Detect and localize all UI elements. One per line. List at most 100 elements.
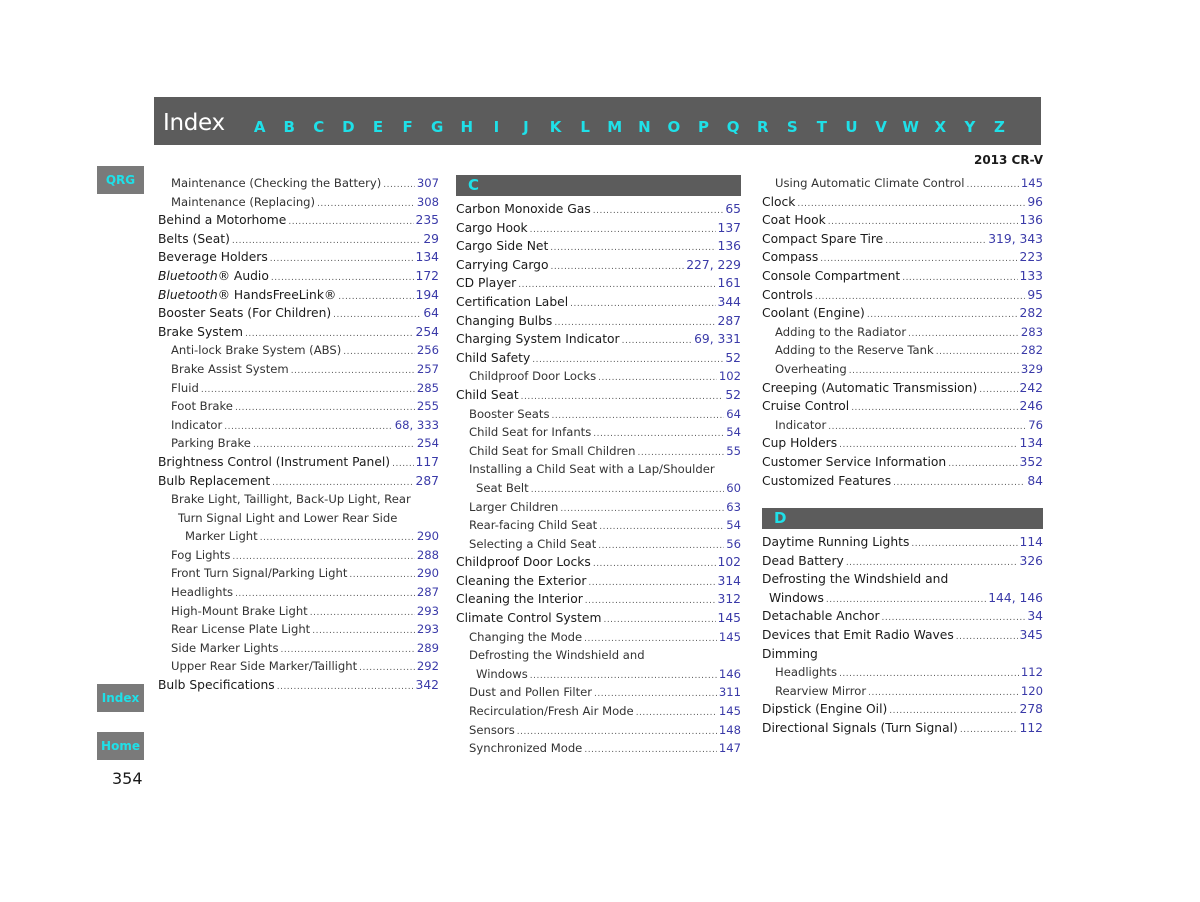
index-entry[interactable]: Parking Brake 254: [158, 434, 439, 453]
index-entry[interactable]: Daytime Running Lights 114: [762, 533, 1043, 552]
index-entry[interactable]: Front Turn Signal/Parking Light 290: [158, 564, 439, 583]
letter-link-i[interactable]: I: [482, 118, 512, 136]
letter-link-n[interactable]: N: [630, 118, 660, 136]
page-link[interactable]: 223: [1020, 248, 1043, 267]
page-link[interactable]: 29: [423, 230, 439, 249]
index-entry[interactable]: Clock 96: [762, 193, 1043, 212]
page-link[interactable]: 242: [1020, 379, 1043, 398]
page-link[interactable]: 34: [1027, 607, 1043, 626]
page-link[interactable]: 308: [417, 193, 439, 212]
index-entry[interactable]: Brightness Control (Instrument Panel) 117: [158, 453, 439, 472]
index-entry[interactable]: Behind a Motorhome 235: [158, 211, 439, 230]
page-link[interactable]: 52: [725, 349, 741, 368]
page-link[interactable]: 290: [417, 527, 439, 546]
page-link[interactable]: 145: [1021, 174, 1043, 193]
index-entry[interactable]: Using Automatic Climate Control 145: [762, 174, 1043, 193]
page-link[interactable]: 289: [417, 639, 439, 658]
page-link[interactable]: 256: [417, 341, 439, 360]
page-link[interactable]: 287: [416, 472, 439, 491]
letter-link-x[interactable]: X: [925, 118, 955, 136]
index-entry[interactable]: Rear License Plate Light 293: [158, 620, 439, 639]
index-entry[interactable]: Childproof Door Locks 102: [456, 553, 741, 572]
page-link[interactable]: 292: [417, 657, 439, 676]
page-link[interactable]: 352: [1020, 453, 1043, 472]
index-entry[interactable]: Booster Seats (For Children) 64: [158, 304, 439, 323]
page-link[interactable]: 326: [1020, 552, 1043, 571]
page-link[interactable]: 293: [417, 620, 439, 639]
letter-link-v[interactable]: V: [866, 118, 896, 136]
page-link[interactable]: 255: [417, 397, 439, 416]
page-link[interactable]: 342: [416, 676, 439, 695]
letter-link-j[interactable]: J: [511, 118, 541, 136]
index-entry[interactable]: Directional Signals (Turn Signal) 112: [762, 719, 1043, 738]
index-entry[interactable]: Cup Holders 134: [762, 434, 1043, 453]
index-entry[interactable]: Childproof Door Locks 102: [456, 367, 741, 386]
page-link[interactable]: 307: [417, 174, 439, 193]
letter-link-t[interactable]: T: [807, 118, 837, 136]
index-entry[interactable]: Synchronized Mode 147: [456, 739, 741, 758]
index-entry[interactable]: Cleaning the Interior 312: [456, 590, 741, 609]
page-link[interactable]: 65: [725, 200, 741, 219]
page-link[interactable]: 68, 333: [395, 416, 439, 435]
index-button[interactable]: Index: [97, 684, 144, 712]
page-link[interactable]: 112: [1020, 719, 1043, 738]
page-link[interactable]: 290: [417, 564, 439, 583]
letter-link-q[interactable]: Q: [718, 118, 748, 136]
index-entry[interactable]: Cargo Hook 137: [456, 219, 741, 238]
index-entry[interactable]: Selecting a Child Seat 56: [456, 535, 741, 554]
index-entry[interactable]: Customer Service Information 352: [762, 453, 1043, 472]
index-entry[interactable]: Side Marker Lights 289: [158, 639, 439, 658]
page-link[interactable]: 60: [726, 479, 741, 498]
index-entry[interactable]: Headlights 287: [158, 583, 439, 602]
page-link[interactable]: 172: [416, 267, 439, 286]
page-link[interactable]: 314: [718, 572, 741, 591]
page-link[interactable]: 69, 331: [694, 330, 741, 349]
index-entry[interactable]: Adding to the Reserve Tank 282: [762, 341, 1043, 360]
page-link[interactable]: 84: [1027, 472, 1043, 491]
qrg-button[interactable]: QRG: [97, 166, 144, 194]
page-link[interactable]: 227, 229: [686, 256, 741, 275]
index-entry[interactable]: Booster Seats 64: [456, 405, 741, 424]
index-entry[interactable]: Bluetooth® Audio 172: [158, 267, 439, 286]
index-entry[interactable]: Brake System 254: [158, 323, 439, 342]
page-link[interactable]: 55: [726, 442, 741, 461]
page-link[interactable]: 120: [1021, 682, 1043, 701]
letter-link-o[interactable]: O: [659, 118, 689, 136]
page-link[interactable]: 282: [1021, 341, 1043, 360]
index-entry[interactable]: Carrying Cargo 227, 229: [456, 256, 741, 275]
index-entry[interactable]: Brake Light, Taillight, Back-Up Light, R…: [158, 490, 439, 509]
page-link[interactable]: 257: [417, 360, 439, 379]
index-entry[interactable]: Rearview Mirror 120: [762, 682, 1043, 701]
page-link[interactable]: 278: [1020, 700, 1043, 719]
page-link[interactable]: 136: [718, 237, 741, 256]
page-link[interactable]: 329: [1021, 360, 1043, 379]
index-entry[interactable]: Customized Features 84: [762, 472, 1043, 491]
index-entry[interactable]: Devices that Emit Radio Waves 345: [762, 626, 1043, 645]
index-entry[interactable]: Fluid 285: [158, 379, 439, 398]
page-link[interactable]: 102: [718, 553, 741, 572]
index-entry[interactable]: Child Seat 52: [456, 386, 741, 405]
page-link[interactable]: 133: [1020, 267, 1043, 286]
page-link[interactable]: 145: [718, 609, 741, 628]
index-entry[interactable]: Maintenance (Replacing) 308: [158, 193, 439, 212]
letter-link-m[interactable]: M: [600, 118, 630, 136]
index-entry[interactable]: Marker Light 290: [158, 527, 439, 546]
index-entry[interactable]: Controls 95: [762, 286, 1043, 305]
index-entry[interactable]: Charging System Indicator 69, 331: [456, 330, 741, 349]
letter-link-k[interactable]: K: [541, 118, 571, 136]
page-link[interactable]: 344: [718, 293, 741, 312]
page-link[interactable]: 282: [1020, 304, 1043, 323]
index-entry[interactable]: CD Player 161: [456, 274, 741, 293]
page-link[interactable]: 76: [1028, 416, 1043, 435]
page-link[interactable]: 96: [1027, 193, 1043, 212]
page-link[interactable]: 345: [1020, 626, 1043, 645]
page-link[interactable]: 112: [1021, 663, 1043, 682]
page-link[interactable]: 102: [719, 367, 741, 386]
index-entry[interactable]: Sensors 148: [456, 721, 741, 740]
index-entry[interactable]: Child Seat for Infants 54: [456, 423, 741, 442]
page-link[interactable]: 144, 146: [988, 589, 1043, 608]
letter-link-h[interactable]: H: [452, 118, 482, 136]
index-entry[interactable]: Beverage Holders 134: [158, 248, 439, 267]
page-link[interactable]: 161: [718, 274, 741, 293]
letter-link-c[interactable]: C: [304, 118, 334, 136]
